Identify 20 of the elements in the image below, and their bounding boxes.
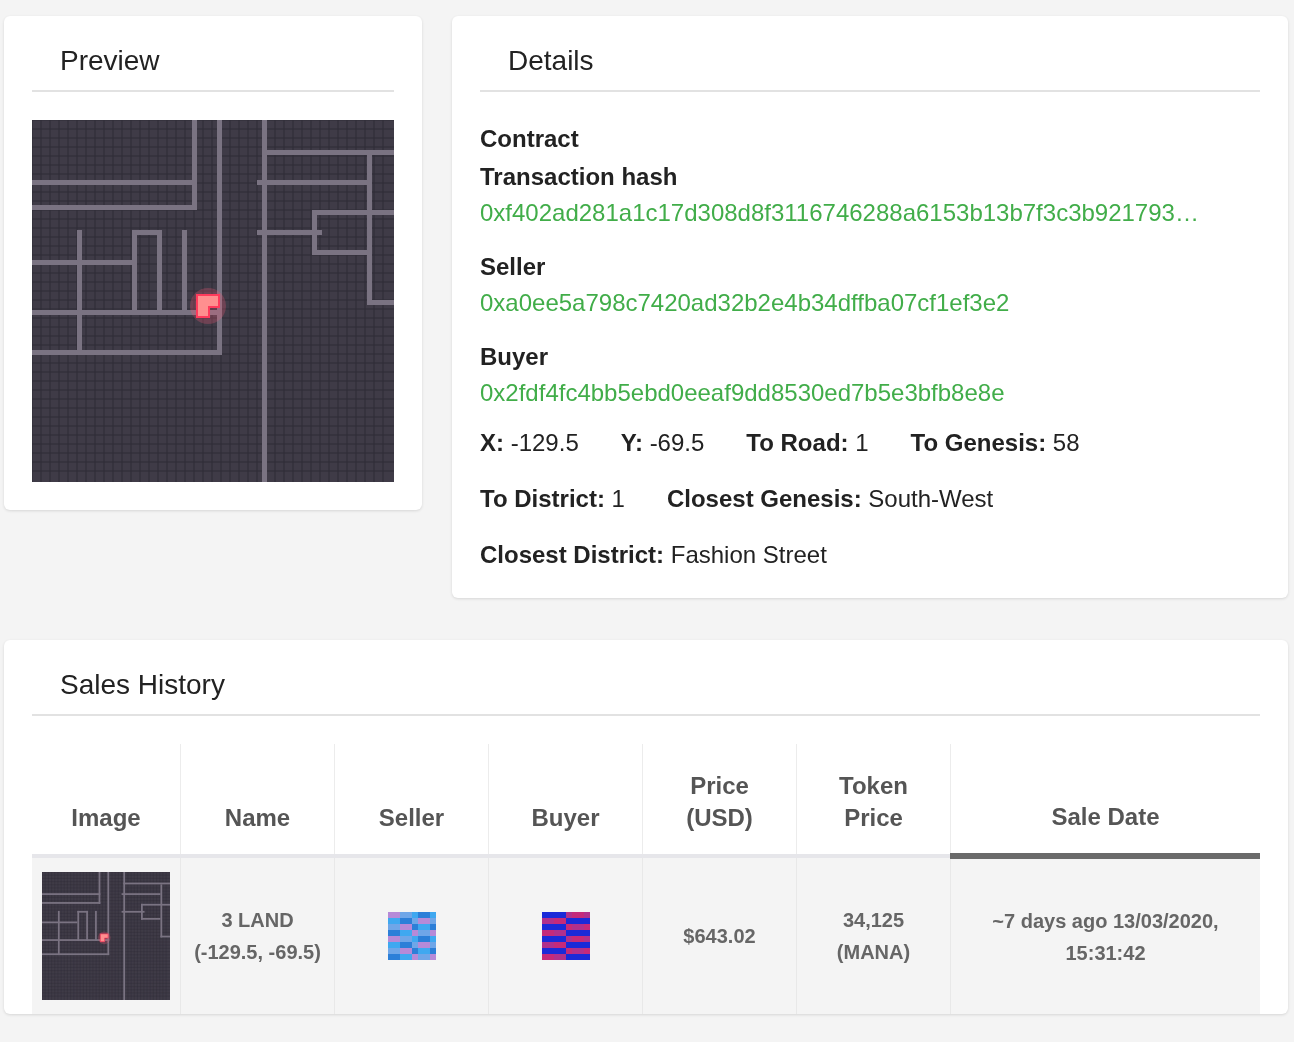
stat-text: To Genesis: 58 xyxy=(910,428,1080,458)
table-cell: 3 LAND (-129.5, -69.5) xyxy=(180,856,335,1014)
field-label: Contract xyxy=(480,124,580,154)
stat-text: Y: -69.5 xyxy=(620,428,705,458)
stat-text: Closest Genesis: South-West xyxy=(666,484,994,514)
card-title: Details xyxy=(480,16,1260,92)
field-label: Buyer xyxy=(480,342,550,372)
avatar-icon xyxy=(387,912,436,960)
stat-text: X: -129.5 xyxy=(480,428,579,458)
table-cell: $643.02 xyxy=(642,856,797,1014)
stat-text: To District: 1 xyxy=(480,484,625,514)
stat-text: Closest District: Fashion Street xyxy=(480,540,827,570)
card-title: Preview xyxy=(32,16,394,92)
table-cell: ~7 days ago 13/03/2020, 15:31:42 xyxy=(950,856,1260,1014)
field-label: Seller xyxy=(480,252,547,282)
card-title: Sales History xyxy=(32,640,1260,716)
table-cell: 34,125 (MANA) xyxy=(796,856,951,1014)
field-label: Transaction hash xyxy=(480,162,679,192)
stat-text: To Road: 1 xyxy=(746,428,869,458)
avatar-icon xyxy=(541,912,590,960)
